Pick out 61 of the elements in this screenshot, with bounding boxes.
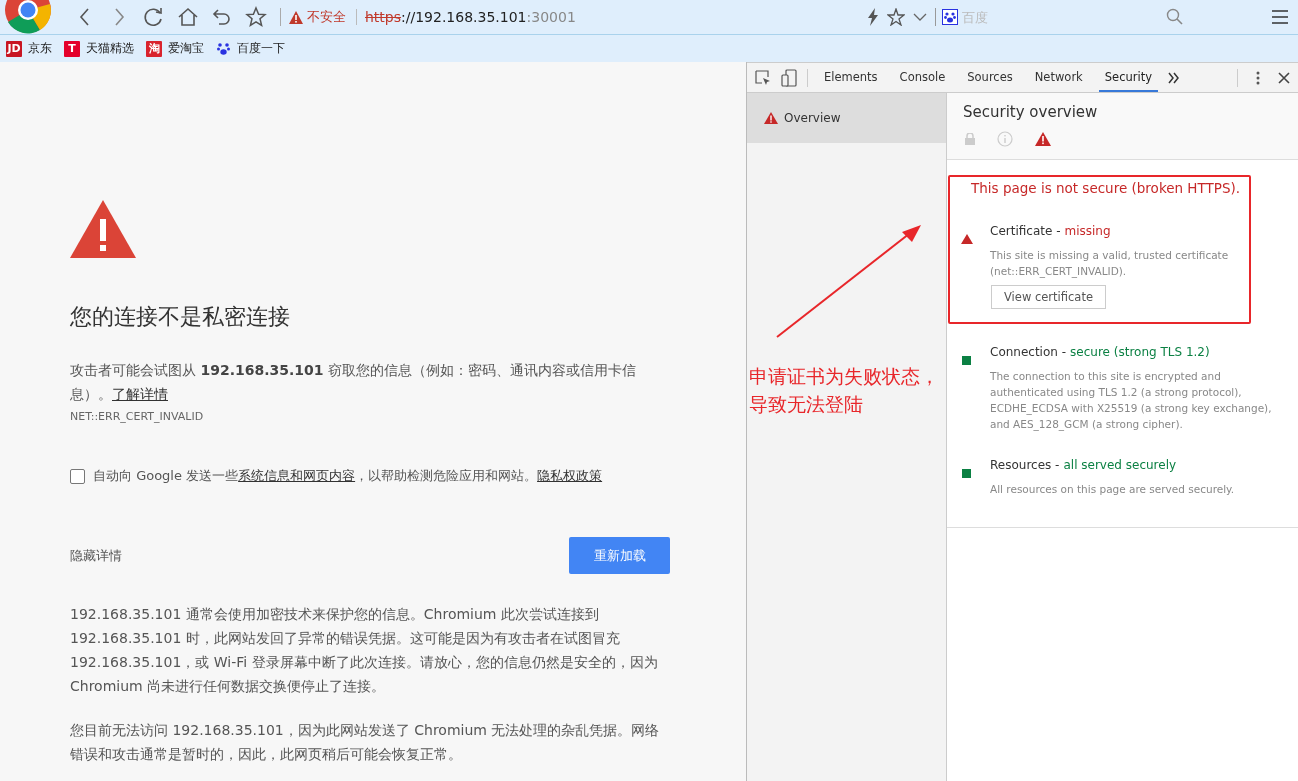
more-options-icon[interactable]	[1256, 70, 1260, 85]
site-logo-icon: 淘	[146, 40, 162, 57]
bookmark-link[interactable]: 百度一下	[237, 40, 285, 57]
annotation-text: 申请证书为失败状态，导致无法登陆	[749, 364, 940, 417]
devtools-tab[interactable]: Console	[893, 63, 952, 92]
more-tabs-icon[interactable]	[1168, 71, 1181, 84]
section-title: Resources - all served securely	[990, 458, 1178, 472]
section-title: Certificate - missing	[990, 224, 1112, 238]
devtools-tab[interactable]: Network	[1028, 63, 1089, 92]
system-info-link[interactable]: 系统信息和网页内容	[238, 468, 356, 483]
device-icon[interactable]	[781, 68, 797, 87]
reload-button[interactable]: 重新加载	[569, 537, 670, 574]
paw-icon	[942, 9, 958, 25]
lightning-icon[interactable]	[867, 8, 879, 26]
section-title: Connection - secure (strong TLS 1.2)	[990, 345, 1211, 359]
warning-icon	[289, 10, 303, 24]
search-field[interactable]: 百度	[962, 9, 1162, 25]
warning-icon	[961, 234, 973, 245]
chevron-down-icon[interactable]	[913, 12, 927, 22]
address-field[interactable]: https://192.168.35.101:30001	[356, 9, 867, 25]
browser-logo-icon	[4, 0, 52, 34]
section-description: This site is missing a valid, trusted certificate (net::ERR_CERT_INVALID).	[990, 248, 1230, 279]
view-certificate-button[interactable]: View certificate	[991, 285, 1106, 309]
site-logo-icon: JD	[6, 40, 22, 57]
opt-in-text: 自动向 Google 发送一些系统信息和网页内容，以帮助检测危险应用和网站。隐私权政策	[93, 467, 603, 485]
site-logo-icon: T	[64, 40, 80, 57]
security-status[interactable]: 不安全	[307, 8, 346, 26]
bookmark-link[interactable]: 爱淘宝	[168, 40, 204, 57]
warning-icon	[1035, 132, 1051, 146]
error-title: 您的连接不是私密连接	[70, 303, 291, 331]
details-text: 192.168.35.101 通常会使用加密技术来保护您的信息。Chromium 此次尝试连接到 192.168.35.101 时，此网站发回了异常的错误凭据。这可能是因为有攻击者在试图冒充 192.168.35.101，或 Wi-Fi 登录屏幕中断了此次连接。请放心，您的信息仍然是安全的，因为 Chromium 尚未进行任何数据交换便停止了连接。	[70, 605, 659, 696]
status-square-icon	[961, 355, 973, 366]
checkbox[interactable]	[70, 468, 85, 484]
paw-icon	[216, 41, 231, 56]
status-square-icon	[961, 468, 973, 479]
devtools-tab[interactable]: Sources	[961, 63, 1019, 92]
sidebar-item[interactable]: Overview	[747, 93, 946, 143]
home-icon[interactable]	[176, 5, 200, 29]
security-summary: This page is not secure (broken HTTPS).	[971, 180, 1242, 196]
lock-icon	[965, 133, 975, 145]
bookmark-link[interactable]: 天猫精选	[86, 40, 134, 57]
info-icon	[997, 131, 1013, 147]
panel-title: Security overview	[963, 103, 1099, 121]
privacy-policy-link[interactable]: 隐私权政策	[537, 468, 603, 483]
warning-icon	[764, 112, 778, 124]
error-code: NET::ERR_CERT_INVALID	[70, 410, 205, 423]
details-text: 您目前无法访问 192.168.35.101，因为此网站发送了 Chromium 无法处理的杂乱凭据。网络错误和攻击通常是暂时的，因此，此网页稍后可能会恢复正常。	[70, 721, 661, 764]
inspect-icon[interactable]	[755, 69, 771, 86]
warning-message: 攻击者可能会试图从 192.168.35.101 窃取您的信息（例如：密码、通讯内容或信用卡信息）。了解详情	[70, 361, 637, 404]
search-icon[interactable]	[1166, 8, 1184, 26]
learn-more-link[interactable]: 了解详情	[112, 386, 168, 402]
menu-icon[interactable]	[1270, 9, 1290, 25]
star-icon[interactable]	[244, 5, 268, 29]
section-description: The connection to this site is encrypted and authenticated using TLS 1.2 (a strong protocol), ECDHE_ECDSA with X25519 (a strong key exchange), and AES_128_GCM (a strong cipher).	[990, 369, 1273, 432]
devtools-tab[interactable]: Elements	[818, 63, 884, 92]
close-icon[interactable]	[1278, 71, 1290, 84]
hide-details-link[interactable]: 隐藏详情	[70, 546, 122, 565]
bookmark-link[interactable]: 京东	[28, 40, 52, 57]
section-description: All resources on this page are served securely.	[990, 482, 1236, 497]
star-icon[interactable]	[887, 8, 905, 26]
warning-icon	[70, 200, 136, 258]
